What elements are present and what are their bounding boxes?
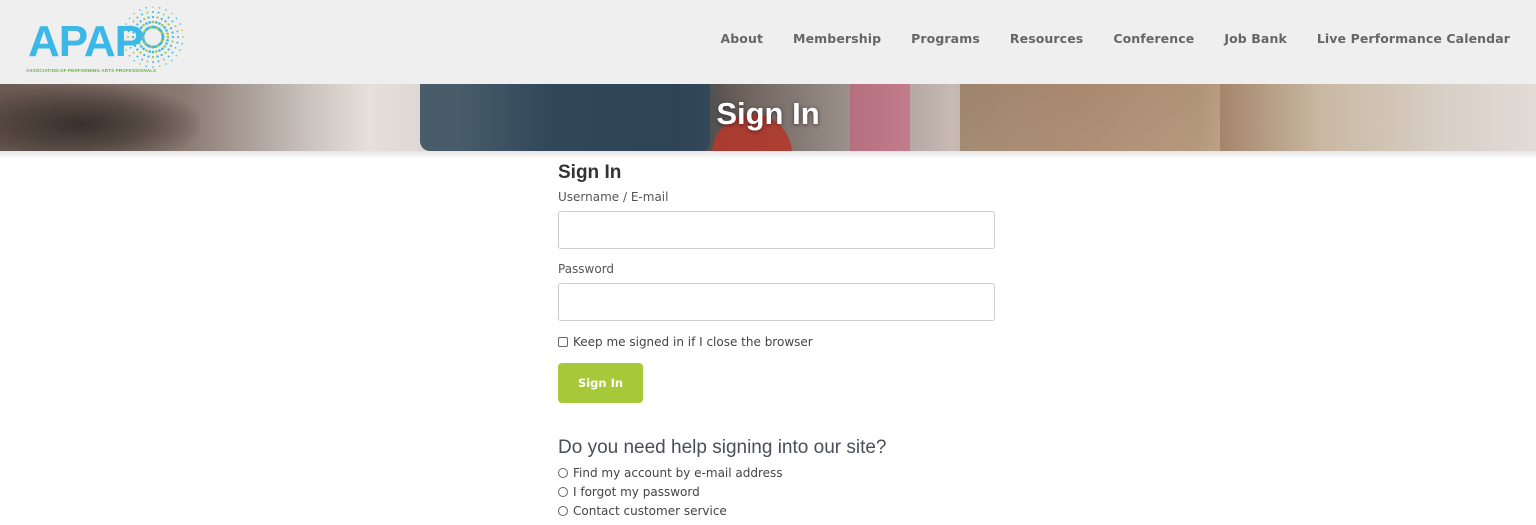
help-option-label: Find my account by e-mail address: [573, 466, 783, 480]
nav-conference[interactable]: Conference: [1113, 31, 1194, 46]
help-option-contact-support[interactable]: Contact customer service: [558, 504, 998, 518]
logo-text: APAP: [28, 17, 144, 66]
radio-button[interactable]: [558, 506, 568, 516]
keep-signed-in-row[interactable]: Keep me signed in if I close the browser: [558, 335, 998, 349]
logo-tagline: ASSOCIATION OF PERFORMING ARTS PROFESSIO…: [26, 68, 157, 73]
help-options: Find my account by e-mail address I forg…: [558, 466, 998, 518]
nav-membership[interactable]: Membership: [793, 31, 881, 46]
help-option-forgot-password[interactable]: I forgot my password: [558, 485, 998, 499]
password-label: Password: [558, 262, 615, 276]
help-option-label: I forgot my password: [573, 485, 700, 499]
nav-live-performance-calendar[interactable]: Live Performance Calendar: [1317, 31, 1510, 46]
apap-logo[interactable]: APAP ASSOCIATION OF PERFORMING ARTS PROF…: [24, 4, 188, 78]
sign-in-form: Sign In Username / E-mail Password Keep …: [558, 162, 998, 518]
main-nav: About Membership Programs Resources Conf…: [720, 31, 1510, 46]
nav-resources[interactable]: Resources: [1010, 31, 1083, 46]
keep-signed-in-label: Keep me signed in if I close the browser: [573, 335, 813, 349]
radio-button[interactable]: [558, 468, 568, 478]
sign-in-button[interactable]: Sign In: [558, 363, 643, 403]
username-label: Username / E-mail: [558, 190, 669, 204]
password-input[interactable]: [558, 283, 995, 321]
help-option-label: Contact customer service: [573, 504, 727, 518]
username-input[interactable]: [558, 211, 995, 249]
nav-job-bank[interactable]: Job Bank: [1224, 31, 1287, 46]
nav-programs[interactable]: Programs: [911, 31, 980, 46]
hero-banner: Sign In: [0, 84, 1536, 151]
help-option-find-account[interactable]: Find my account by e-mail address: [558, 466, 998, 480]
hero-title: Sign In: [716, 96, 820, 131]
radio-button[interactable]: [558, 487, 568, 497]
site-header: APAP ASSOCIATION OF PERFORMING ARTS PROF…: [0, 0, 1536, 84]
help-title: Do you need help signing into our site?: [558, 437, 887, 458]
hero-shadow: [0, 151, 1536, 159]
form-title: Sign In: [558, 162, 622, 183]
keep-signed-in-checkbox[interactable]: [558, 337, 568, 347]
nav-about[interactable]: About: [720, 31, 763, 46]
